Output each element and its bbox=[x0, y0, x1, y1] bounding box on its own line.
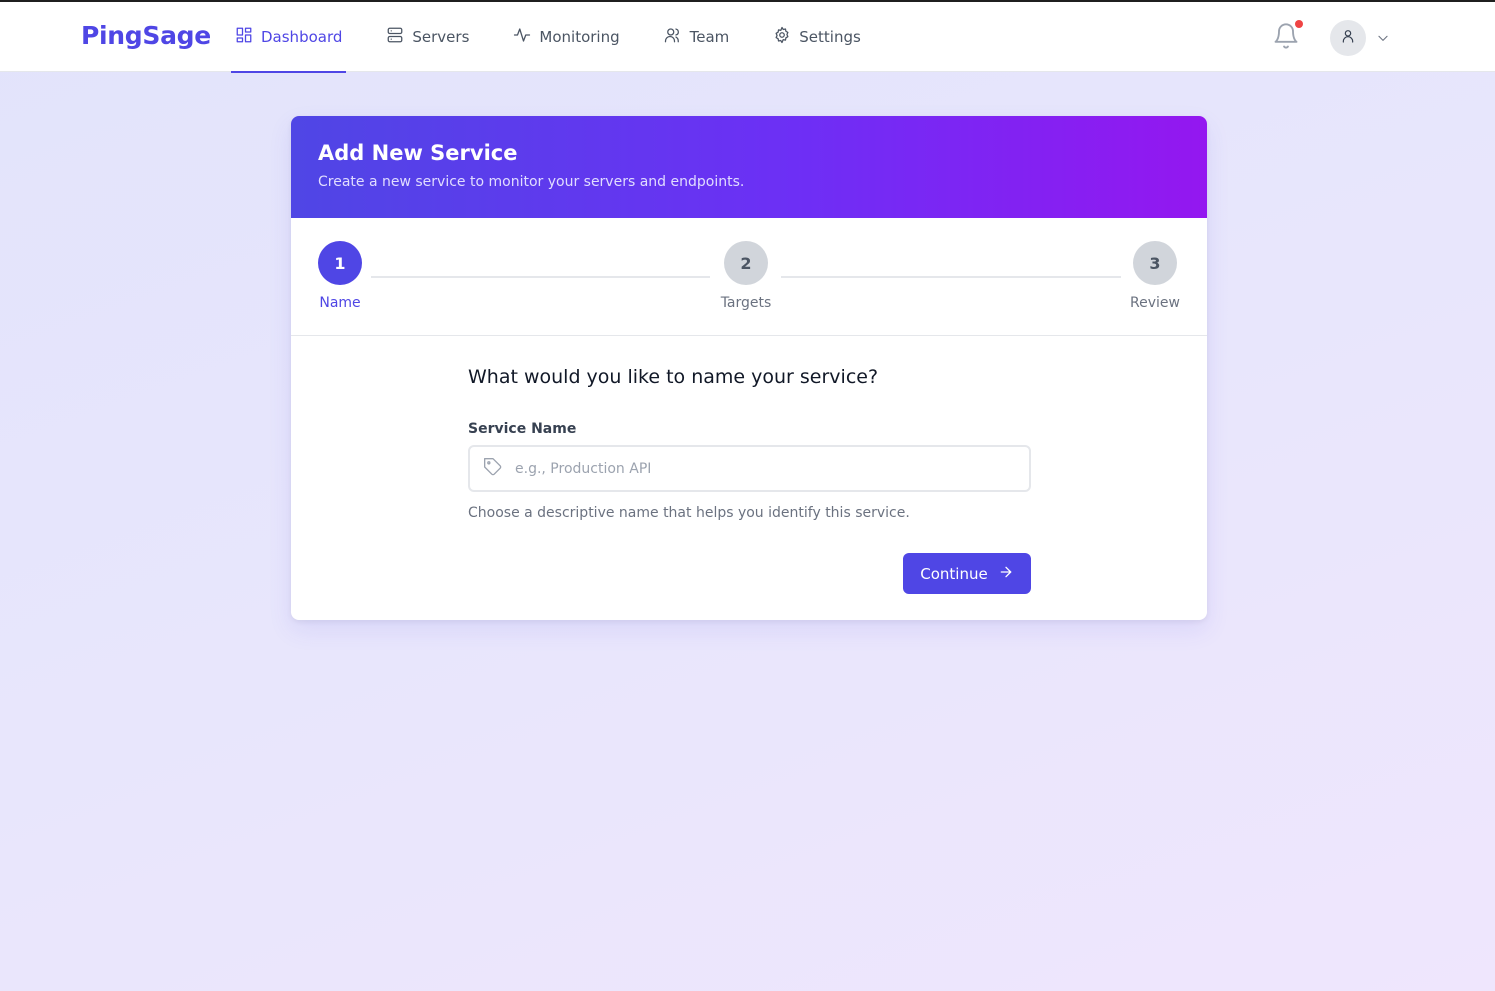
step-1-label: Name bbox=[319, 295, 361, 311]
step-connector bbox=[781, 276, 1121, 278]
service-name-label: Service Name bbox=[468, 421, 577, 437]
step-connector bbox=[371, 276, 710, 278]
activity-icon bbox=[513, 26, 531, 48]
nav-item-servers[interactable]: Servers bbox=[386, 2, 469, 72]
service-name-field bbox=[468, 445, 1031, 492]
chevron-down-icon bbox=[1376, 30, 1390, 49]
gear-icon bbox=[773, 26, 791, 48]
continue-button[interactable]: Continue bbox=[903, 553, 1031, 594]
nav-item-label: Monitoring bbox=[539, 28, 620, 46]
wizard-stepper: 1 2 3 Name Targets Review bbox=[291, 218, 1207, 336]
users-icon bbox=[664, 26, 682, 48]
page-subtitle: Create a new service to monitor your ser… bbox=[318, 174, 745, 190]
user-menu-toggle[interactable] bbox=[1376, 30, 1390, 44]
nav-item-team[interactable]: Team bbox=[664, 2, 730, 72]
nav-item-monitoring[interactable]: Monitoring bbox=[513, 2, 620, 72]
service-name-form: What would you like to name your service… bbox=[468, 366, 1031, 521]
step-2-indicator[interactable]: 2 bbox=[724, 241, 768, 285]
nav-item-label: Servers bbox=[412, 28, 470, 46]
step-3-label: Review bbox=[1130, 295, 1180, 311]
service-name-helper: Choose a descriptive name that helps you… bbox=[468, 505, 910, 521]
step-3-indicator[interactable]: 3 bbox=[1133, 241, 1177, 285]
grid-icon bbox=[235, 26, 253, 48]
nav-item-label: Dashboard bbox=[261, 28, 343, 46]
nav-item-label: Settings bbox=[799, 28, 861, 46]
top-navbar: PingSage Dashboard Servers Monitoring Te… bbox=[0, 2, 1495, 73]
server-icon bbox=[386, 26, 404, 48]
page-title: Add New Service bbox=[318, 141, 518, 165]
continue-label: Continue bbox=[920, 564, 988, 583]
tag-icon bbox=[483, 457, 503, 481]
card-header: Add New Service Create a new service to … bbox=[291, 116, 1207, 218]
nav-item-dashboard[interactable]: Dashboard bbox=[231, 2, 347, 73]
user-icon bbox=[1340, 28, 1356, 48]
notification-dot bbox=[1295, 20, 1303, 28]
notifications-button[interactable] bbox=[1272, 20, 1303, 50]
nav-item-settings[interactable]: Settings bbox=[773, 2, 861, 72]
service-name-input[interactable] bbox=[515, 460, 1015, 477]
step-2-label: Targets bbox=[720, 295, 772, 311]
user-avatar[interactable] bbox=[1330, 20, 1366, 56]
app-logo[interactable]: PingSage bbox=[81, 21, 211, 50]
step-1-indicator[interactable]: 1 bbox=[318, 241, 362, 285]
form-question: What would you like to name your service… bbox=[468, 366, 879, 388]
bell-icon bbox=[1272, 23, 1300, 54]
main-nav: Dashboard Servers Monitoring Team Settin… bbox=[231, 2, 861, 73]
arrow-right-icon bbox=[998, 564, 1014, 584]
nav-item-label: Team bbox=[689, 28, 730, 46]
add-service-card: Add New Service Create a new service to … bbox=[291, 116, 1207, 620]
